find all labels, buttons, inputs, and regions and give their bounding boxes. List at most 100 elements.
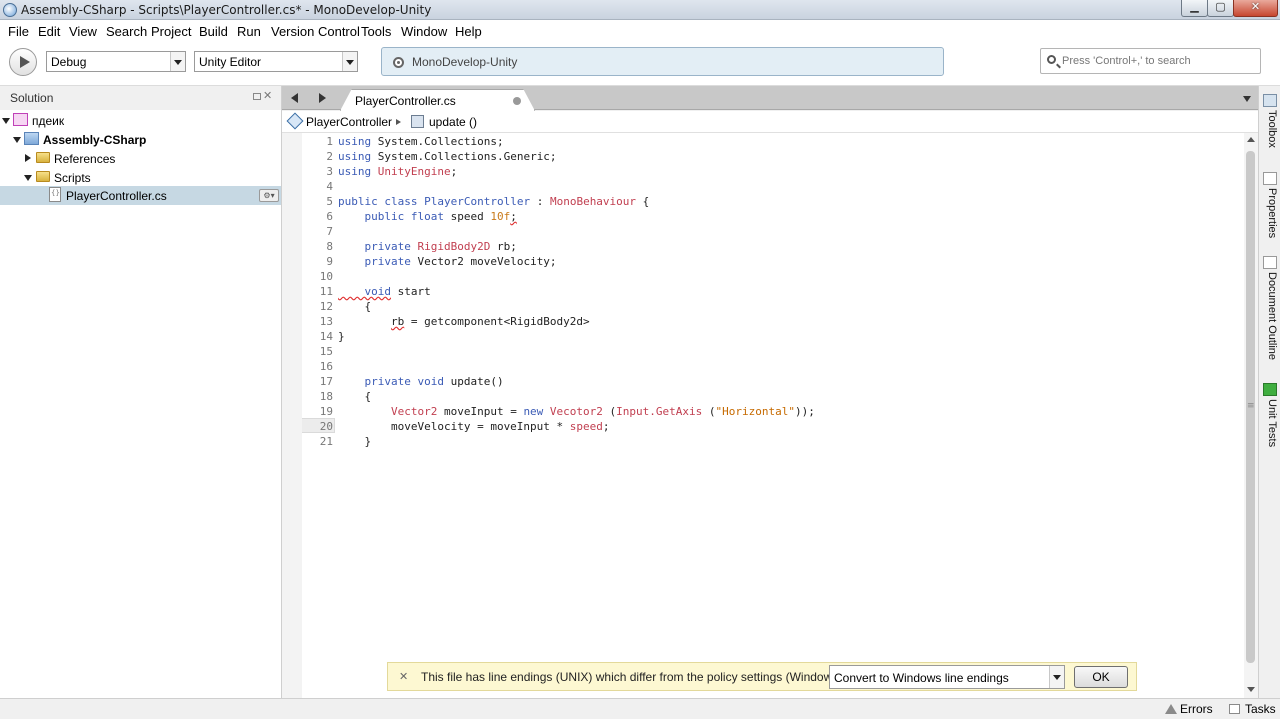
maximize-button[interactable]: ▢ xyxy=(1207,0,1234,17)
maximize-icon: ▢ xyxy=(1215,0,1226,13)
dock-tab-toolbox[interactable]: Toolbox xyxy=(1262,94,1278,174)
gear-icon[interactable]: ⚙▾ xyxy=(259,189,279,202)
code-line[interactable]: 17 private void update() xyxy=(302,374,504,389)
code-line[interactable]: 19 Vector2 moveInput = new Vecotor2 (Inp… xyxy=(302,404,815,419)
code-line[interactable]: 1 using System.Collections; xyxy=(302,134,503,149)
solution-icon xyxy=(13,113,28,126)
editor-scrollbar[interactable]: ≡ xyxy=(1244,133,1258,698)
target-select[interactable]: Unity Editor xyxy=(194,51,358,72)
code-line[interactable]: 15 xyxy=(302,344,333,359)
configuration-select[interactable]: Debug xyxy=(46,51,186,72)
line-endings-select[interactable]: Convert to Windows line endings xyxy=(829,665,1065,689)
menu-tools[interactable]: Tools xyxy=(361,24,391,39)
tree-item-label: References xyxy=(54,152,116,166)
menu-edit[interactable]: Edit xyxy=(38,24,60,39)
code-line[interactable]: 6 public float speed 10f; xyxy=(302,209,516,224)
code-line[interactable]: 5 public class PlayerController : MonoBeh… xyxy=(302,194,649,209)
code-line[interactable]: 9 private Vector2 moveVelocity; xyxy=(302,254,556,269)
close-icon[interactable]: ✕ xyxy=(399,670,408,683)
search-input[interactable] xyxy=(1062,53,1252,69)
toolbox-icon xyxy=(1263,94,1277,107)
forward-icon[interactable] xyxy=(319,93,326,103)
tree-item-label: Scripts xyxy=(54,171,91,185)
code-line[interactable]: 8 private RigidBody2D rb; xyxy=(302,239,516,254)
gutter-margin[interactable] xyxy=(282,133,302,698)
search-icon xyxy=(1047,55,1056,64)
code-line[interactable]: 7 xyxy=(302,224,333,239)
close-icon[interactable]: ✕ xyxy=(263,89,272,102)
dock-icon[interactable] xyxy=(253,93,261,100)
menu-search[interactable]: Search xyxy=(106,24,147,39)
dock-tab-unit-tests[interactable]: Unit Tests xyxy=(1262,383,1278,453)
code-editor[interactable]: 1 using System.Collections; 2 using System… xyxy=(282,133,1258,698)
menu-window[interactable]: Window xyxy=(401,24,447,39)
minimize-button[interactable]: ▁ xyxy=(1181,0,1208,17)
run-button[interactable] xyxy=(9,48,37,76)
back-icon[interactable] xyxy=(291,93,298,103)
status-bar: Errors Tasks xyxy=(0,698,1280,719)
code-line[interactable]: 2 using System.Collections.Generic; xyxy=(302,149,556,164)
code-line[interactable]: 12 { xyxy=(302,299,371,314)
code-line[interactable]: 4 xyxy=(302,179,333,194)
code-line-current[interactable]: 20 moveVelocity = moveInput * speed; xyxy=(302,419,610,434)
status-icon xyxy=(393,57,404,68)
breadcrumb-method[interactable]: update () xyxy=(429,115,477,129)
dock-tab-document-outline[interactable]: Document Outline xyxy=(1262,256,1278,376)
collapse-icon[interactable] xyxy=(25,154,31,162)
expand-icon[interactable] xyxy=(13,137,21,143)
code-line[interactable]: 10 xyxy=(302,269,333,284)
scroll-down-icon[interactable] xyxy=(1247,687,1255,692)
expand-icon[interactable] xyxy=(24,175,32,181)
solution-title: Solution xyxy=(10,91,54,105)
line-number: 13 xyxy=(319,315,333,328)
status-area: MonoDevelop-Unity xyxy=(381,47,944,76)
ok-button[interactable]: OK xyxy=(1074,666,1128,688)
close-button[interactable]: ✕ xyxy=(1233,0,1278,17)
code-line[interactable]: 11 void start xyxy=(302,284,431,299)
line-number: 11 xyxy=(319,285,333,298)
folder-icon xyxy=(36,152,50,163)
code-line[interactable]: 18 { xyxy=(302,389,371,404)
dock-tab-label: Properties xyxy=(1266,188,1278,239)
search-box[interactable] xyxy=(1040,48,1261,74)
chevron-down-icon[interactable] xyxy=(1243,96,1251,102)
title-bar: Assembly-CSharp - Scripts\PlayerControll… xyxy=(0,0,1280,20)
expand-icon[interactable] xyxy=(2,118,10,124)
tab-label: PlayerController.cs xyxy=(355,94,456,108)
dock-tab-label: Toolbox xyxy=(1266,110,1278,148)
scroll-up-icon[interactable] xyxy=(1247,137,1255,142)
menu-help[interactable]: Help xyxy=(455,24,482,39)
menu-project[interactable]: Project xyxy=(151,24,191,39)
tree-item-scripts[interactable]: Scripts xyxy=(0,168,281,187)
tree-item-references[interactable]: References xyxy=(0,149,281,168)
tree-item-solution[interactable]: пдеик xyxy=(0,111,281,130)
line-number: 12 xyxy=(319,300,333,313)
line-number: 9 xyxy=(326,255,333,268)
line-number: 17 xyxy=(319,375,333,388)
infobar-message: This file has line endings (UNIX) which … xyxy=(421,670,846,684)
menu-version-control[interactable]: Version Control xyxy=(271,24,360,39)
menu-run[interactable]: Run xyxy=(237,24,261,39)
menu-view[interactable]: View xyxy=(69,24,97,39)
document-outline-icon xyxy=(1263,256,1277,269)
breadcrumb-class[interactable]: PlayerController xyxy=(306,115,392,129)
dock-tab-properties[interactable]: Properties xyxy=(1262,172,1278,252)
menu-file[interactable]: File xyxy=(8,24,29,39)
code-line[interactable]: 16 xyxy=(302,359,333,374)
unit-tests-icon xyxy=(1263,383,1277,396)
line-number: 19 xyxy=(319,405,333,418)
tree-item-label: Assembly-CSharp xyxy=(43,133,147,147)
configuration-value: Debug xyxy=(51,55,87,69)
tab-playercontroller[interactable]: PlayerController.cs xyxy=(340,89,535,111)
chevron-down-icon xyxy=(170,52,185,71)
folder-icon xyxy=(36,171,50,182)
code-line[interactable]: 3 using UnityEngine; xyxy=(302,164,457,179)
tree-item-project[interactable]: Assembly-CSharp xyxy=(0,130,281,149)
line-number: 4 xyxy=(326,180,333,193)
close-icon[interactable] xyxy=(513,97,521,105)
code-line[interactable]: 21 } xyxy=(302,434,371,449)
tree-item-playercontroller[interactable]: PlayerController.cs ⚙▾ xyxy=(0,186,281,205)
code-line[interactable]: 13 rb = getcomponent<RigidBody2d> xyxy=(302,314,590,329)
code-line[interactable]: 14} xyxy=(302,329,345,344)
menu-build[interactable]: Build xyxy=(199,24,228,39)
